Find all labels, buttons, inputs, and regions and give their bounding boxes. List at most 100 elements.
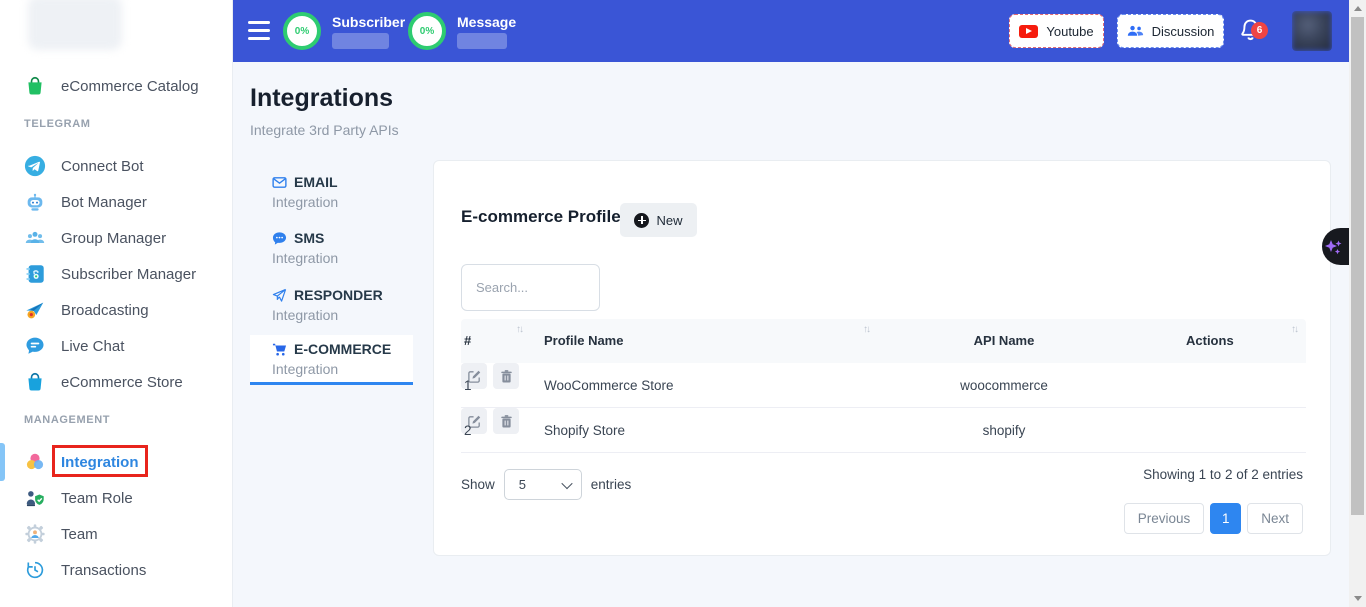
sidebar-item-label: Integration (61, 454, 139, 471)
youtube-icon (1019, 25, 1038, 38)
column-header-profile-name[interactable]: Profile Name (544, 319, 623, 363)
chat-bubble-icon (24, 335, 46, 357)
page-size-control: Show 5 entries (461, 469, 631, 500)
pagination: Previous 1 Next (1124, 503, 1303, 534)
broadcast-icon (24, 299, 46, 321)
scroll-down-button[interactable] (1349, 590, 1366, 607)
sidebar-nav: eCommerce Catalog TELEGRAM Connect Bot B… (0, 68, 232, 588)
api-name-cell: shopify (983, 408, 1026, 453)
row-number: 2 (464, 408, 472, 453)
ecommerce-profile-card: E-commerce Profile New # ↑↓ Profile Name… (433, 160, 1331, 556)
sidebar-item-team[interactable]: Team (0, 516, 232, 552)
tab-sublabel: Integration (272, 248, 413, 268)
api-name-cell: woocommerce (960, 363, 1048, 408)
sidebar-item-label: Team (61, 526, 98, 543)
panel-title: E-commerce Profile (461, 207, 621, 227)
tab-label: EMAIL (294, 174, 338, 190)
vertical-scrollbar[interactable] (1349, 0, 1366, 607)
page-1-button[interactable]: 1 (1210, 503, 1241, 534)
sidebar-item-label: Broadcasting (61, 302, 149, 319)
table-header-row: # ↑↓ Profile Name ↑↓ API Name Actions ↑↓ (461, 319, 1306, 363)
subscriber-gauge-value: 0% (295, 26, 309, 37)
profiles-table: # ↑↓ Profile Name ↑↓ API Name Actions ↑↓… (461, 319, 1306, 453)
sparkles-icon (1322, 235, 1346, 259)
sidebar-item-label: Live Chat (61, 338, 124, 355)
next-page-button[interactable]: Next (1247, 503, 1303, 534)
scrollbar-thumb[interactable] (1351, 17, 1364, 515)
sort-icon[interactable]: ↑↓ (863, 323, 869, 337)
subscriber-redacted-value (332, 33, 389, 49)
row-number: 1 (464, 363, 472, 408)
sidebar-item-subscriber-manager[interactable]: Subscriber Manager (0, 256, 232, 292)
youtube-button[interactable]: Youtube (1009, 14, 1104, 48)
topbar: 0% Subscriber 0% Message Youtube Discuss… (233, 0, 1349, 62)
trash-icon (499, 414, 514, 429)
discussion-button-label: Discussion (1152, 24, 1215, 39)
arrow-down-icon (1354, 596, 1362, 601)
tab-email-integration[interactable]: EMAIL Integration (250, 168, 413, 218)
notifications-button[interactable]: 6 (1237, 17, 1267, 47)
app-window: eCommerce Catalog TELEGRAM Connect Bot B… (0, 0, 1366, 607)
tab-ecommerce-integration[interactable]: E-COMMERCE Integration (250, 335, 413, 385)
sidebar-item-bot-manager[interactable]: Bot Manager (0, 184, 232, 220)
user-avatar[interactable] (1292, 11, 1332, 51)
tab-sms-integration[interactable]: SMS Integration (250, 224, 413, 274)
sidebar-item-label: Transactions (61, 562, 146, 579)
robot-icon (24, 191, 46, 213)
column-header-api-name[interactable]: API Name (974, 319, 1035, 363)
sidebar-section-management: MANAGEMENT (24, 414, 232, 428)
tab-sublabel: Integration (272, 359, 413, 379)
arrow-up-icon (1354, 6, 1362, 11)
sidebar-item-ecommerce-catalog[interactable]: eCommerce Catalog (0, 68, 232, 104)
table-row: 1 WooCommerce Store woocommerce (461, 363, 1306, 408)
sidebar-item-label: Team Role (61, 490, 133, 507)
hamburger-menu-icon[interactable] (248, 21, 270, 40)
scroll-up-button[interactable] (1349, 0, 1366, 17)
envelope-icon (272, 175, 287, 190)
sidebar-item-group-manager[interactable]: Group Manager (0, 220, 232, 256)
sidebar-item-live-chat[interactable]: Live Chat (0, 328, 232, 364)
message-redacted-value (457, 33, 507, 49)
tab-label: SMS (294, 230, 324, 246)
people-icon (1127, 24, 1144, 38)
message-gauge-value: 0% (420, 26, 434, 37)
sidebar: eCommerce Catalog TELEGRAM Connect Bot B… (0, 0, 233, 607)
page-title: Integrations (250, 84, 393, 113)
sort-icon[interactable]: ↑↓ (1291, 323, 1297, 337)
search-input[interactable] (461, 264, 600, 311)
column-header-actions: Actions (1186, 319, 1234, 363)
new-profile-button[interactable]: New (620, 203, 697, 237)
subscriber-gauge: 0% (283, 12, 321, 50)
discussion-button[interactable]: Discussion (1117, 14, 1224, 48)
previous-page-button[interactable]: Previous (1124, 503, 1205, 534)
tab-responder-integration[interactable]: RESPONDER Integration (250, 281, 413, 331)
entries-label: entries (591, 477, 632, 492)
app-logo (28, 0, 122, 50)
youtube-button-label: Youtube (1046, 24, 1093, 39)
sidebar-item-team-role[interactable]: Team Role (0, 480, 232, 516)
paper-plane-icon (272, 288, 287, 303)
sidebar-item-label: eCommerce Catalog (61, 78, 199, 95)
column-header-num[interactable]: # (464, 319, 471, 363)
delete-button[interactable] (493, 408, 519, 434)
role-shield-icon (24, 487, 46, 509)
page-size-select[interactable]: 5 (504, 469, 582, 500)
sidebar-item-connect-bot[interactable]: Connect Bot (0, 148, 232, 184)
telegram-icon (24, 155, 46, 177)
people-group-icon (24, 227, 46, 249)
sidebar-section-telegram: TELEGRAM (24, 118, 232, 132)
history-clock-icon (24, 559, 46, 581)
sidebar-item-integration[interactable]: Integration (0, 444, 232, 480)
new-button-label: New (656, 213, 682, 228)
sidebar-item-ecommerce-store[interactable]: eCommerce Store (0, 364, 232, 400)
color-circles-icon (24, 451, 46, 473)
sidebar-item-broadcasting[interactable]: Broadcasting (0, 292, 232, 328)
sort-icon[interactable]: ↑↓ (516, 323, 522, 337)
sms-bubble-icon (272, 231, 287, 246)
page-subtitle: Integrate 3rd Party APIs (250, 122, 399, 138)
delete-button[interactable] (493, 363, 519, 389)
sidebar-item-transactions[interactable]: Transactions (0, 552, 232, 588)
sidebar-item-label: Subscriber Manager (61, 266, 196, 283)
sidebar-item-label: Bot Manager (61, 194, 147, 211)
tab-sublabel: Integration (272, 192, 413, 212)
